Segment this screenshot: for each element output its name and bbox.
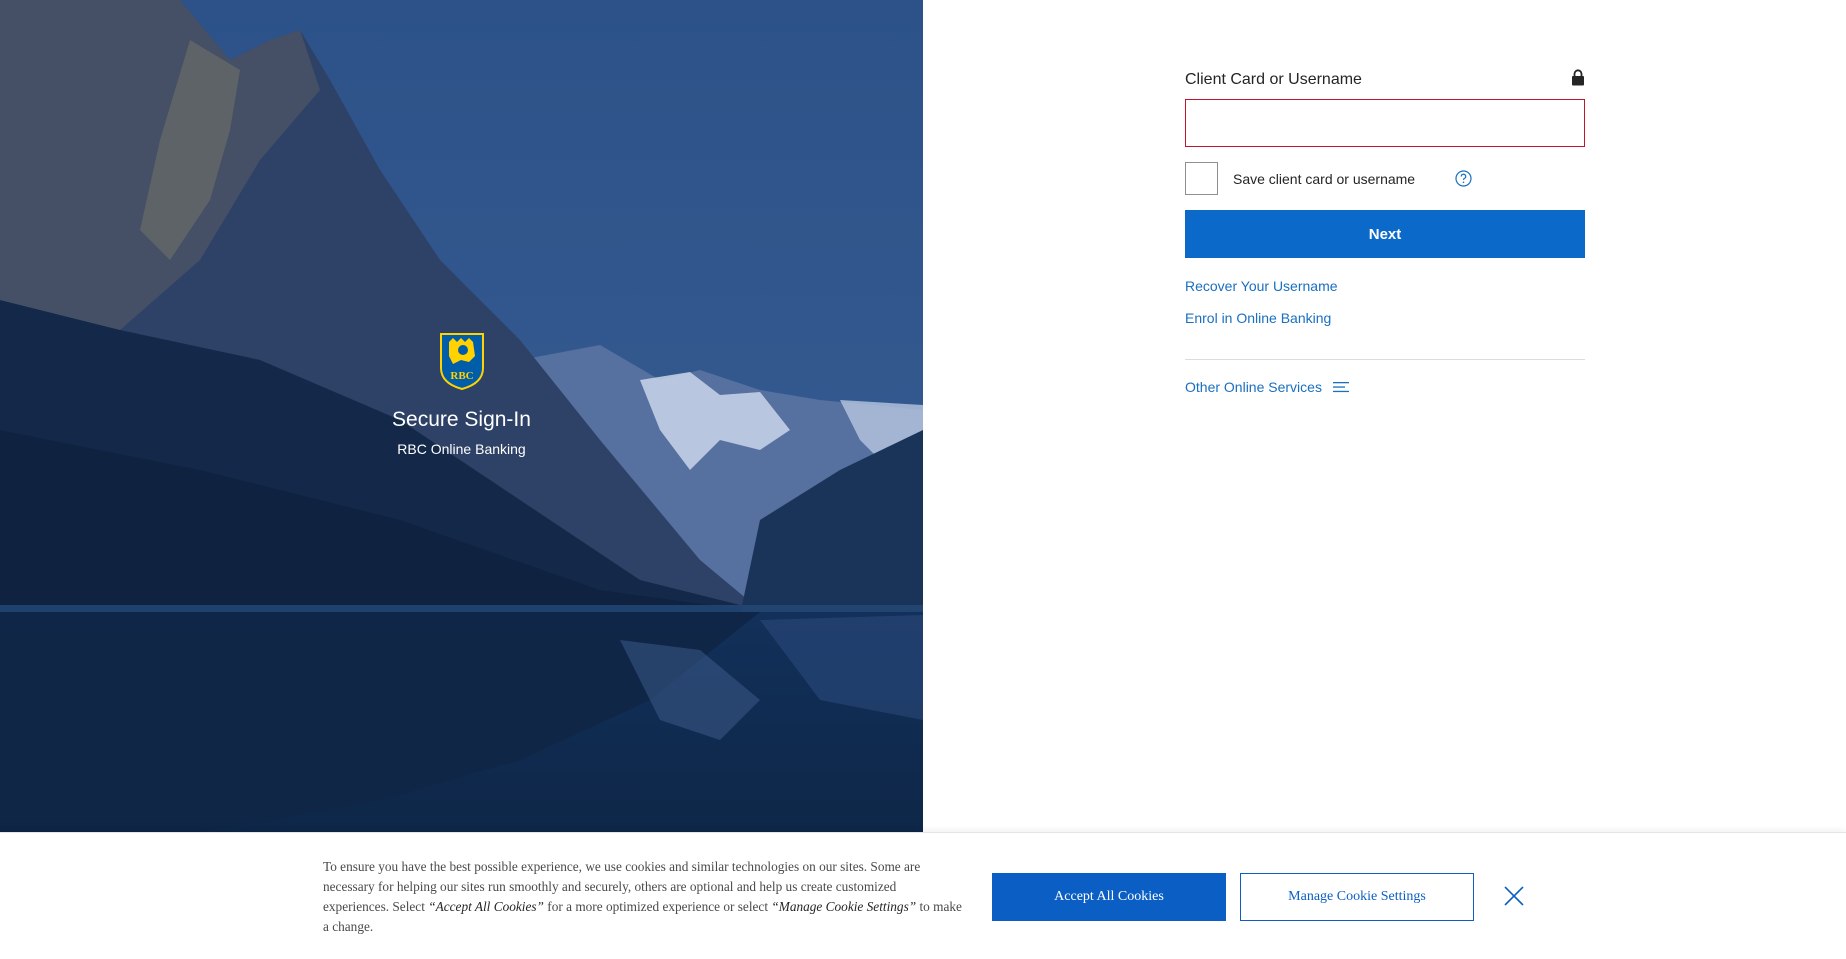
save-username-row: Save client card or username — [1185, 162, 1585, 195]
cookie-accept-quote: “Accept All Cookies” — [428, 899, 544, 914]
cookie-banner: To ensure you have the best possible exp… — [0, 832, 1846, 959]
hero-brand: RBC Secure Sign-In RBC Online Banking — [0, 332, 923, 457]
logo-text: RBC — [450, 370, 473, 382]
recover-username-link[interactable]: Recover Your Username — [1185, 278, 1585, 294]
lock-icon — [1572, 69, 1584, 86]
next-button[interactable]: Next — [1185, 210, 1585, 258]
other-online-services-toggle[interactable]: Other Online Services — [1185, 379, 1585, 395]
hero-panel: RBC Secure Sign-In RBC Online Banking — [0, 0, 923, 832]
save-username-label: Save client card or username — [1233, 170, 1416, 187]
page-subtitle: RBC Online Banking — [397, 441, 526, 457]
signin-form: Client Card or Username Save client card… — [1185, 67, 1585, 395]
enrol-online-banking-link[interactable]: Enrol in Online Banking — [1185, 310, 1585, 326]
menu-lines-icon — [1332, 382, 1349, 393]
manage-cookie-settings-button[interactable]: Manage Cookie Settings — [1240, 873, 1474, 921]
username-label: Client Card or Username — [1185, 71, 1362, 88]
divider — [1185, 359, 1585, 360]
cookie-message: To ensure you have the best possible exp… — [323, 857, 963, 937]
accept-all-cookies-button[interactable]: Accept All Cookies — [992, 873, 1226, 921]
save-username-checkbox[interactable] — [1185, 162, 1218, 195]
username-input[interactable] — [1185, 99, 1585, 147]
other-online-services-link[interactable]: Other Online Services — [1185, 379, 1322, 395]
close-icon[interactable] — [1503, 885, 1525, 907]
page-title: Secure Sign-In — [392, 408, 531, 431]
help-circle-icon[interactable] — [1455, 170, 1472, 187]
cookie-manage-quote: “Manage Cookie Settings” — [771, 899, 917, 914]
cookie-text-part: for a more optimized experience or selec… — [543, 899, 772, 914]
field-header: Client Card or Username — [1185, 67, 1585, 89]
rbc-logo: RBC — [439, 333, 484, 390]
